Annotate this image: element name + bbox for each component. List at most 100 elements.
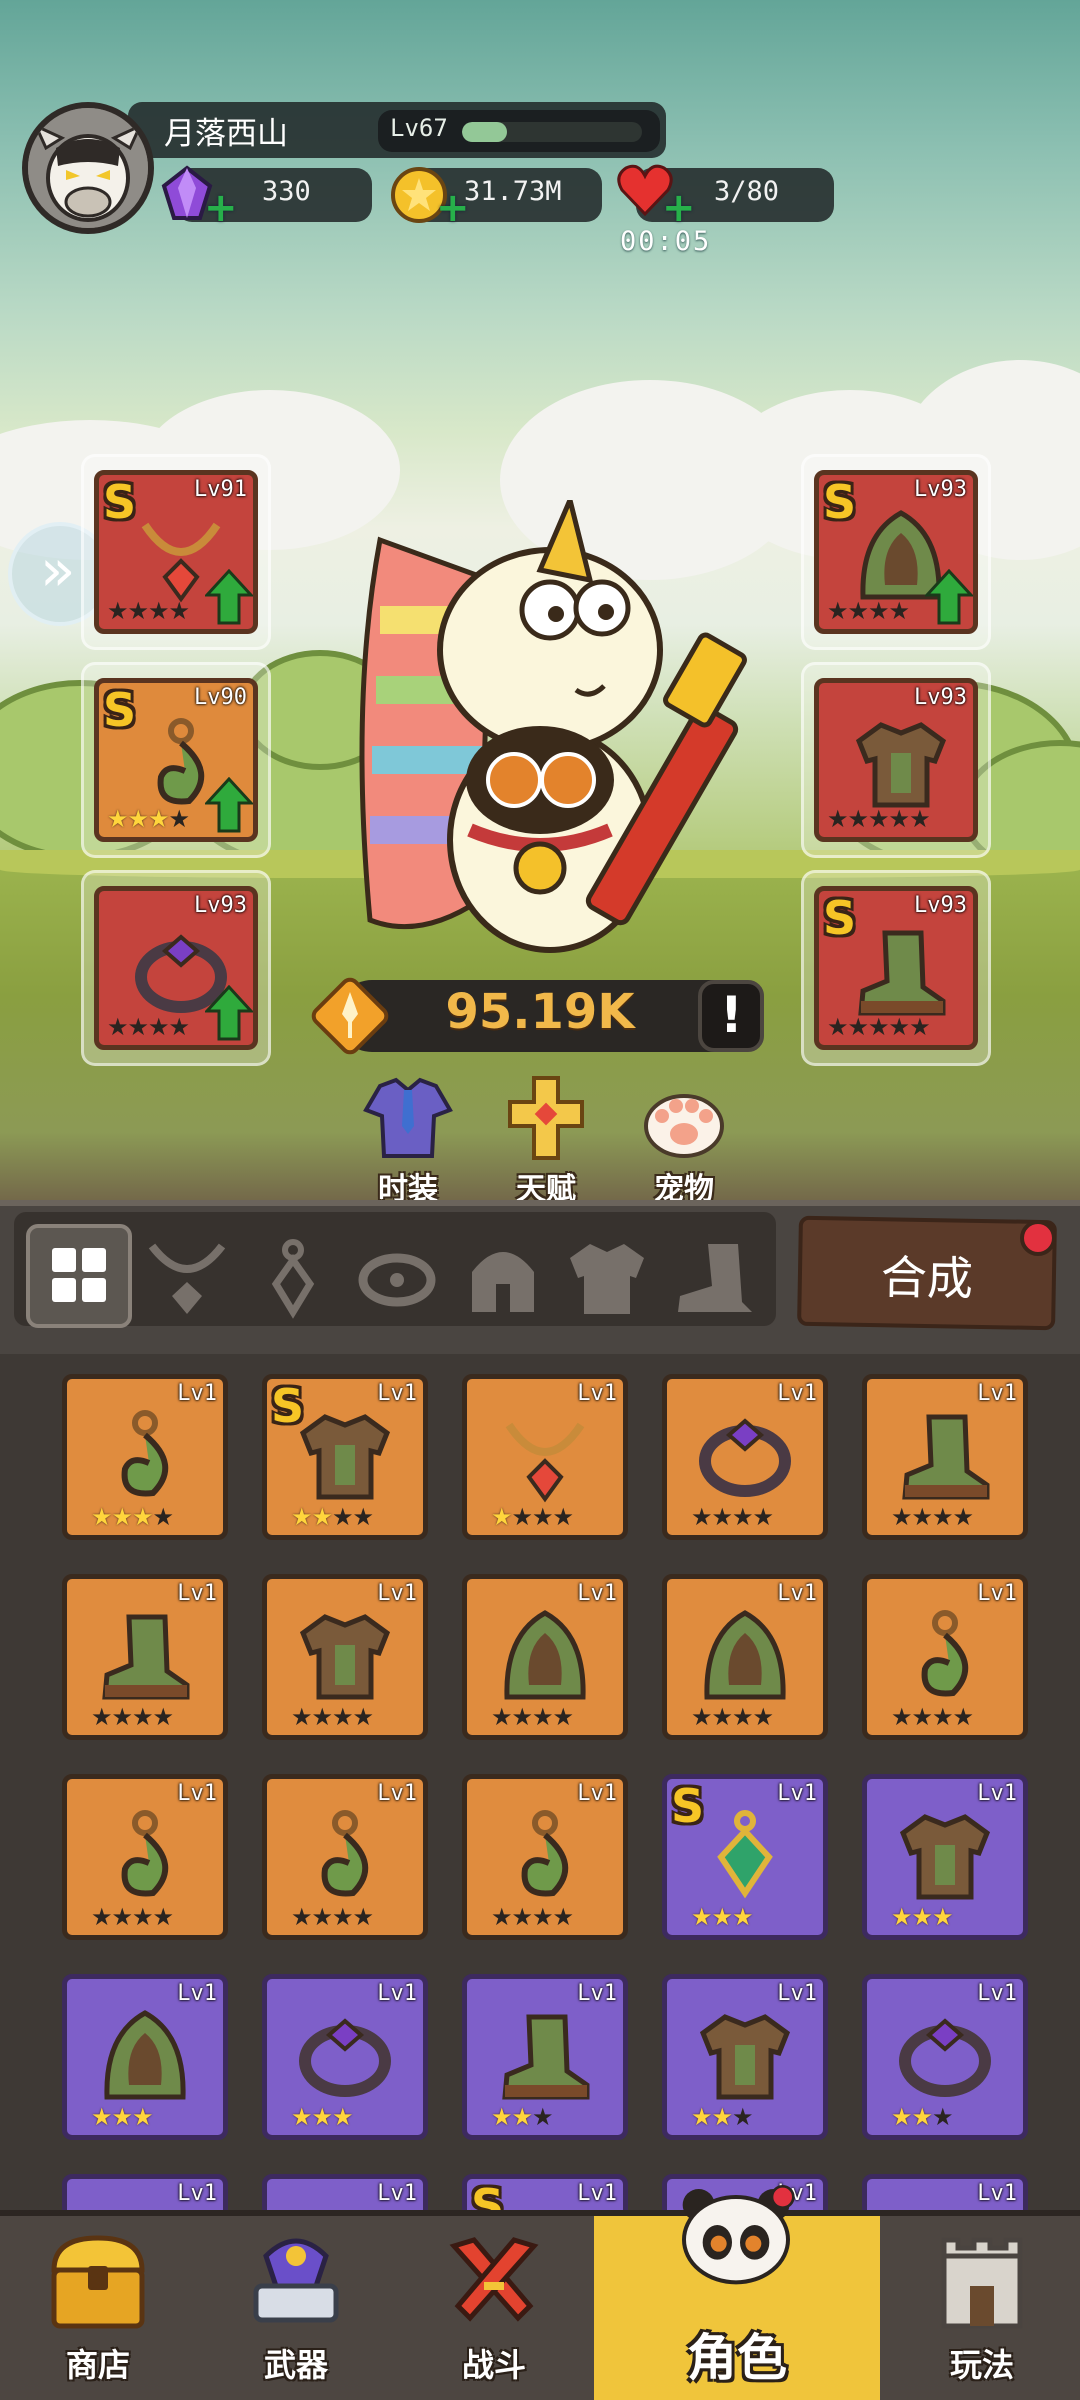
add-stamina-button[interactable]: +	[662, 188, 696, 228]
boots-icon	[102, 1614, 190, 1700]
power-info-button[interactable]: !	[698, 980, 764, 1052]
star-icon: ★	[691, 1703, 712, 1731]
necklace-filter-icon[interactable]	[142, 1232, 232, 1322]
item-level: Lv1	[977, 1381, 1017, 1406]
costume-icon	[363, 1077, 453, 1158]
star-icon: ★	[891, 1703, 912, 1731]
item-level: Lv1	[177, 2181, 217, 2206]
inventory-item[interactable]: Lv1★★★	[662, 1974, 828, 2140]
item-level: Lv1	[977, 1981, 1017, 2006]
add-gems-button[interactable]: +	[204, 188, 238, 228]
star-icon: ★	[711, 2103, 733, 2131]
nav-weapons[interactable]: 武器	[206, 2226, 386, 2396]
equip-slot-right-1[interactable]: S Lv93 ★★★★	[814, 470, 978, 634]
amulet-filter-icon[interactable]	[248, 1232, 338, 1322]
star-icon: ★	[752, 1703, 774, 1731]
star-rating: ★★★★	[291, 1903, 374, 1931]
item-level: Lv1	[577, 1581, 617, 1606]
inventory-item[interactable]: Lv1 ★★★★	[462, 1374, 628, 1540]
helmet-filter-icon[interactable]	[458, 1232, 548, 1322]
inventory-item[interactable]: Lv1 ★★★★	[862, 1574, 1028, 1740]
star-rating: ★★★★	[491, 1703, 574, 1731]
star-icon: ★	[332, 1503, 353, 1531]
inventory-item[interactable]: Lv1★★★	[62, 2174, 228, 2210]
unicorn-cat-character	[359, 500, 747, 953]
player-avatar[interactable]	[22, 102, 154, 234]
nav-character-label[interactable]: 角色	[594, 2318, 880, 2390]
merge-button[interactable]: 合成	[797, 1215, 1057, 1331]
item-level: Lv1	[377, 1781, 417, 1806]
star-icon: ★	[168, 805, 190, 833]
star-icon: ★	[532, 1903, 553, 1931]
star-icon: ★	[311, 1703, 333, 1731]
star-icon: ★	[552, 1703, 574, 1731]
upgrade-arrow-icon	[205, 985, 253, 1041]
ring-icon	[299, 2018, 391, 2097]
star-icon: ★	[127, 805, 149, 833]
equip-slot-right-3[interactable]: S Lv93 ★★★★★	[814, 886, 978, 1050]
amulet-icon	[121, 1410, 169, 1497]
sword-power-icon	[311, 977, 389, 1055]
amulet-icon	[521, 1810, 569, 1897]
equip-slot-left-2[interactable]: S Lv90 ★★★★	[94, 678, 258, 842]
inventory-item[interactable]: Lv1★★★	[862, 2174, 1028, 2210]
pet-button[interactable]: 宠物	[624, 1076, 744, 1207]
equip-slot-right-2[interactable]: Lv93 ★★★★★	[814, 678, 978, 842]
emerald-amulet-icon	[717, 1810, 773, 1899]
inventory-item[interactable]: Lv1 ★★★★	[62, 1774, 228, 1940]
item-level: Lv1	[577, 1981, 617, 2006]
inventory-item[interactable]: Lv1 ★★★★	[862, 1374, 1028, 1540]
nav-shop[interactable]: 商店	[8, 2226, 188, 2396]
inventory-item[interactable]: SLv1★★★	[662, 1774, 828, 1940]
inventory-item[interactable]: Lv1 ★★★★	[262, 1574, 428, 1740]
star-icon: ★	[127, 1013, 149, 1041]
treasure-chest-icon	[51, 2235, 145, 2329]
star-icon: ★	[352, 1903, 374, 1931]
exclamation-icon: !	[720, 986, 743, 1044]
filter-all-tab[interactable]	[26, 1224, 132, 1328]
star-icon: ★	[148, 805, 169, 833]
star-rating: ★★★★	[691, 1703, 774, 1731]
talent-button[interactable]: 天赋	[486, 1076, 606, 1207]
inventory-item[interactable]: Lv1 ★★★★	[662, 1574, 828, 1740]
star-icon: ★	[909, 1013, 930, 1041]
inventory-item[interactable]: Lv1★★★	[262, 2174, 428, 2210]
star-icon: ★	[911, 1703, 933, 1731]
star-icon: ★	[291, 1703, 312, 1731]
armor-icon	[699, 2014, 791, 2100]
armor-filter-icon[interactable]	[562, 1232, 652, 1322]
star-icon: ★	[332, 2103, 353, 2131]
ring-filter-icon[interactable]	[352, 1232, 442, 1322]
inventory-item[interactable]: Lv1★★★	[262, 1974, 428, 2140]
inventory-item[interactable]: Lv1 ★★★★	[62, 1574, 228, 1740]
inventory-item[interactable]: Lv1 ★★★★	[262, 1774, 428, 1940]
upgrade-arrow-icon	[925, 569, 973, 625]
star-rating: ★★★★	[91, 1903, 174, 1931]
star-icon: ★	[532, 1503, 553, 1531]
rarity-badge: S	[471, 2179, 505, 2210]
nav-battle[interactable]: 战斗	[404, 2226, 584, 2396]
star-icon: ★	[311, 1503, 333, 1531]
inventory-item[interactable]: Lv1 ★★★★	[62, 1374, 228, 1540]
star-icon: ★	[291, 1903, 312, 1931]
crossed-swords-icon	[449, 2237, 539, 2322]
inventory-item[interactable]: Lv1★★★	[62, 1974, 228, 2140]
boots-filter-icon[interactable]	[668, 1232, 758, 1322]
inventory-item[interactable]: Lv1★★★	[462, 1974, 628, 2140]
star-icon: ★	[152, 1503, 174, 1531]
add-coins-button[interactable]: +	[436, 188, 470, 228]
equip-slot-left-1[interactable]: S Lv91 ★★★★	[94, 470, 258, 634]
star-icon: ★	[909, 805, 930, 833]
inventory-item[interactable]: SLv1★★★	[462, 2174, 628, 2210]
inventory-item[interactable]: Lv1★★★	[862, 1774, 1028, 1940]
inventory-item[interactable]: Lv1 ★★★★	[662, 1374, 828, 1540]
inventory-item[interactable]: Lv1 ★★★★	[462, 1774, 628, 1940]
costume-button[interactable]: 时装	[348, 1076, 468, 1207]
inventory-item[interactable]: Lv1★★★	[862, 1974, 1028, 2140]
nav-gameplay[interactable]: 玩法	[892, 2226, 1072, 2396]
star-icon: ★	[152, 1703, 174, 1731]
slot-level: Lv93	[194, 893, 247, 918]
inventory-item[interactable]: Lv1 ★★★★	[462, 1574, 628, 1740]
inventory-item[interactable]: S Lv1 ★★★★	[262, 1374, 428, 1540]
equip-slot-left-3[interactable]: Lv93 ★★★★	[94, 886, 258, 1050]
